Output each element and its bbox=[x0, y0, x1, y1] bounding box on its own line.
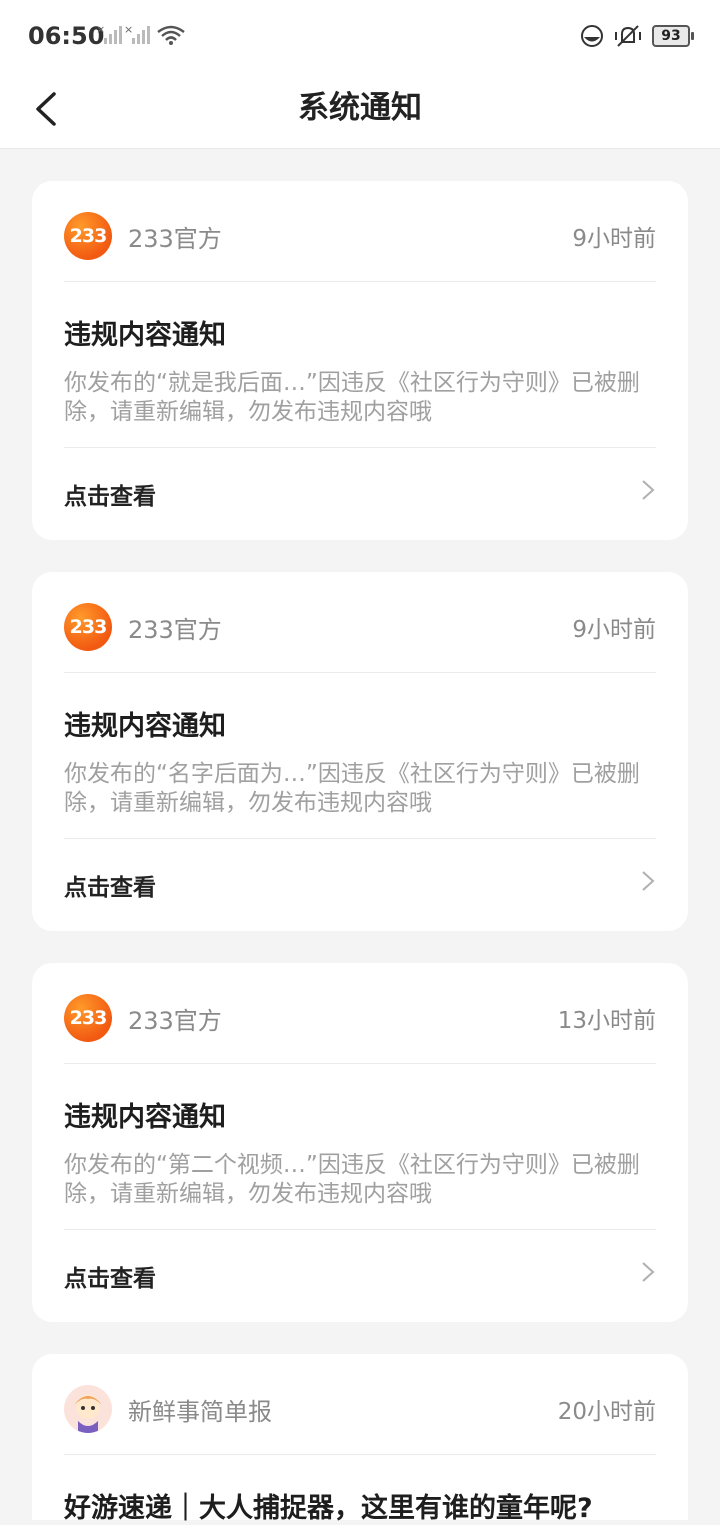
notification-body: 你发布的“第二个视频…”因违反《社区行为守则》已被删除，请重新编辑，勿发布违规内… bbox=[64, 1152, 640, 1207]
battery-indicator: 93 bbox=[652, 25, 694, 47]
notification-time: 9小时前 bbox=[572, 617, 656, 643]
nav-bar: 系统通知 bbox=[0, 74, 720, 149]
chevron-right-icon[interactable] bbox=[640, 477, 656, 503]
notification-card[interactable]: 233 233官方 9小时前 违规内容通知 你发布的“就是我后面…”因违反《社区… bbox=[32, 181, 688, 540]
notification-time: 13小时前 bbox=[557, 1008, 656, 1034]
view-details-link[interactable]: 点击查看 bbox=[64, 868, 156, 902]
notification-body: 你发布的“名字后面为…”因违反《社区行为守则》已被删除，请重新编辑，勿发布违规内… bbox=[64, 761, 640, 816]
notification-title: 违规内容通知 bbox=[64, 1102, 226, 1133]
divider bbox=[64, 447, 656, 448]
wifi-icon bbox=[157, 25, 185, 45]
divider bbox=[64, 838, 656, 839]
notification-title: 违规内容通知 bbox=[64, 320, 226, 351]
notification-source: 233官方 bbox=[128, 225, 222, 253]
divider bbox=[64, 672, 656, 673]
signal-icon: × bbox=[96, 24, 122, 44]
notification-time: 9小时前 bbox=[572, 226, 656, 252]
avatar bbox=[64, 1385, 112, 1433]
chevron-right-icon[interactable] bbox=[640, 1259, 656, 1285]
character-avatar-icon bbox=[64, 1385, 112, 1433]
notification-title: 好游速递｜大人捕捉器，这里有谁的童年呢? bbox=[64, 1493, 593, 1524]
chevron-right-icon[interactable] bbox=[640, 868, 656, 894]
brand-logo-icon: 233 bbox=[64, 603, 112, 651]
svg-text:×: × bbox=[96, 24, 105, 36]
divider bbox=[64, 1454, 656, 1455]
status-right: 93 bbox=[580, 24, 694, 48]
view-details-link[interactable]: 点击查看 bbox=[64, 1259, 156, 1293]
brand-logo-icon: 233 bbox=[64, 994, 112, 1042]
view-details-link[interactable]: 点击查看 bbox=[64, 477, 156, 511]
card-header: 新鲜事简单报 20小时前 bbox=[64, 1384, 656, 1434]
svg-text:×: × bbox=[124, 24, 133, 36]
silent-bell-icon bbox=[615, 25, 641, 47]
card-header: 233 233官方 9小时前 bbox=[64, 211, 656, 261]
notification-source: 233官方 bbox=[128, 616, 222, 644]
notification-source: 新鲜事简单报 bbox=[128, 1398, 272, 1426]
signal-icon-2: × bbox=[124, 24, 150, 44]
notification-body: 你发布的“就是我后面…”因违反《社区行为守则》已被删除，请重新编辑，勿发布违规内… bbox=[64, 370, 640, 425]
card-header: 233 233官方 13小时前 bbox=[64, 993, 656, 1043]
notification-card[interactable]: 233 233官方 13小时前 违规内容通知 你发布的“第二个视频…”因违反《社… bbox=[32, 963, 688, 1322]
notification-source: 233官方 bbox=[128, 1007, 222, 1035]
card-header: 233 233官方 9小时前 bbox=[64, 602, 656, 652]
status-time: 06:50 bbox=[28, 22, 105, 50]
divider bbox=[64, 1229, 656, 1230]
notification-card[interactable]: 新鲜事简单报 20小时前 好游速递｜大人捕捉器，这里有谁的童年呢? bbox=[32, 1354, 688, 1524]
brand-logo-icon: 233 bbox=[64, 212, 112, 260]
notification-title: 违规内容通知 bbox=[64, 711, 226, 742]
divider bbox=[64, 1063, 656, 1064]
divider bbox=[64, 281, 656, 282]
status-bar: 06:50 × × 93 bbox=[0, 0, 720, 74]
page-title: 系统通知 bbox=[298, 90, 422, 126]
face-icon bbox=[581, 25, 603, 47]
notification-card[interactable]: 233 233官方 9小时前 违规内容通知 你发布的“名字后面为…”因违反《社区… bbox=[32, 572, 688, 931]
notification-time: 20小时前 bbox=[557, 1399, 656, 1425]
